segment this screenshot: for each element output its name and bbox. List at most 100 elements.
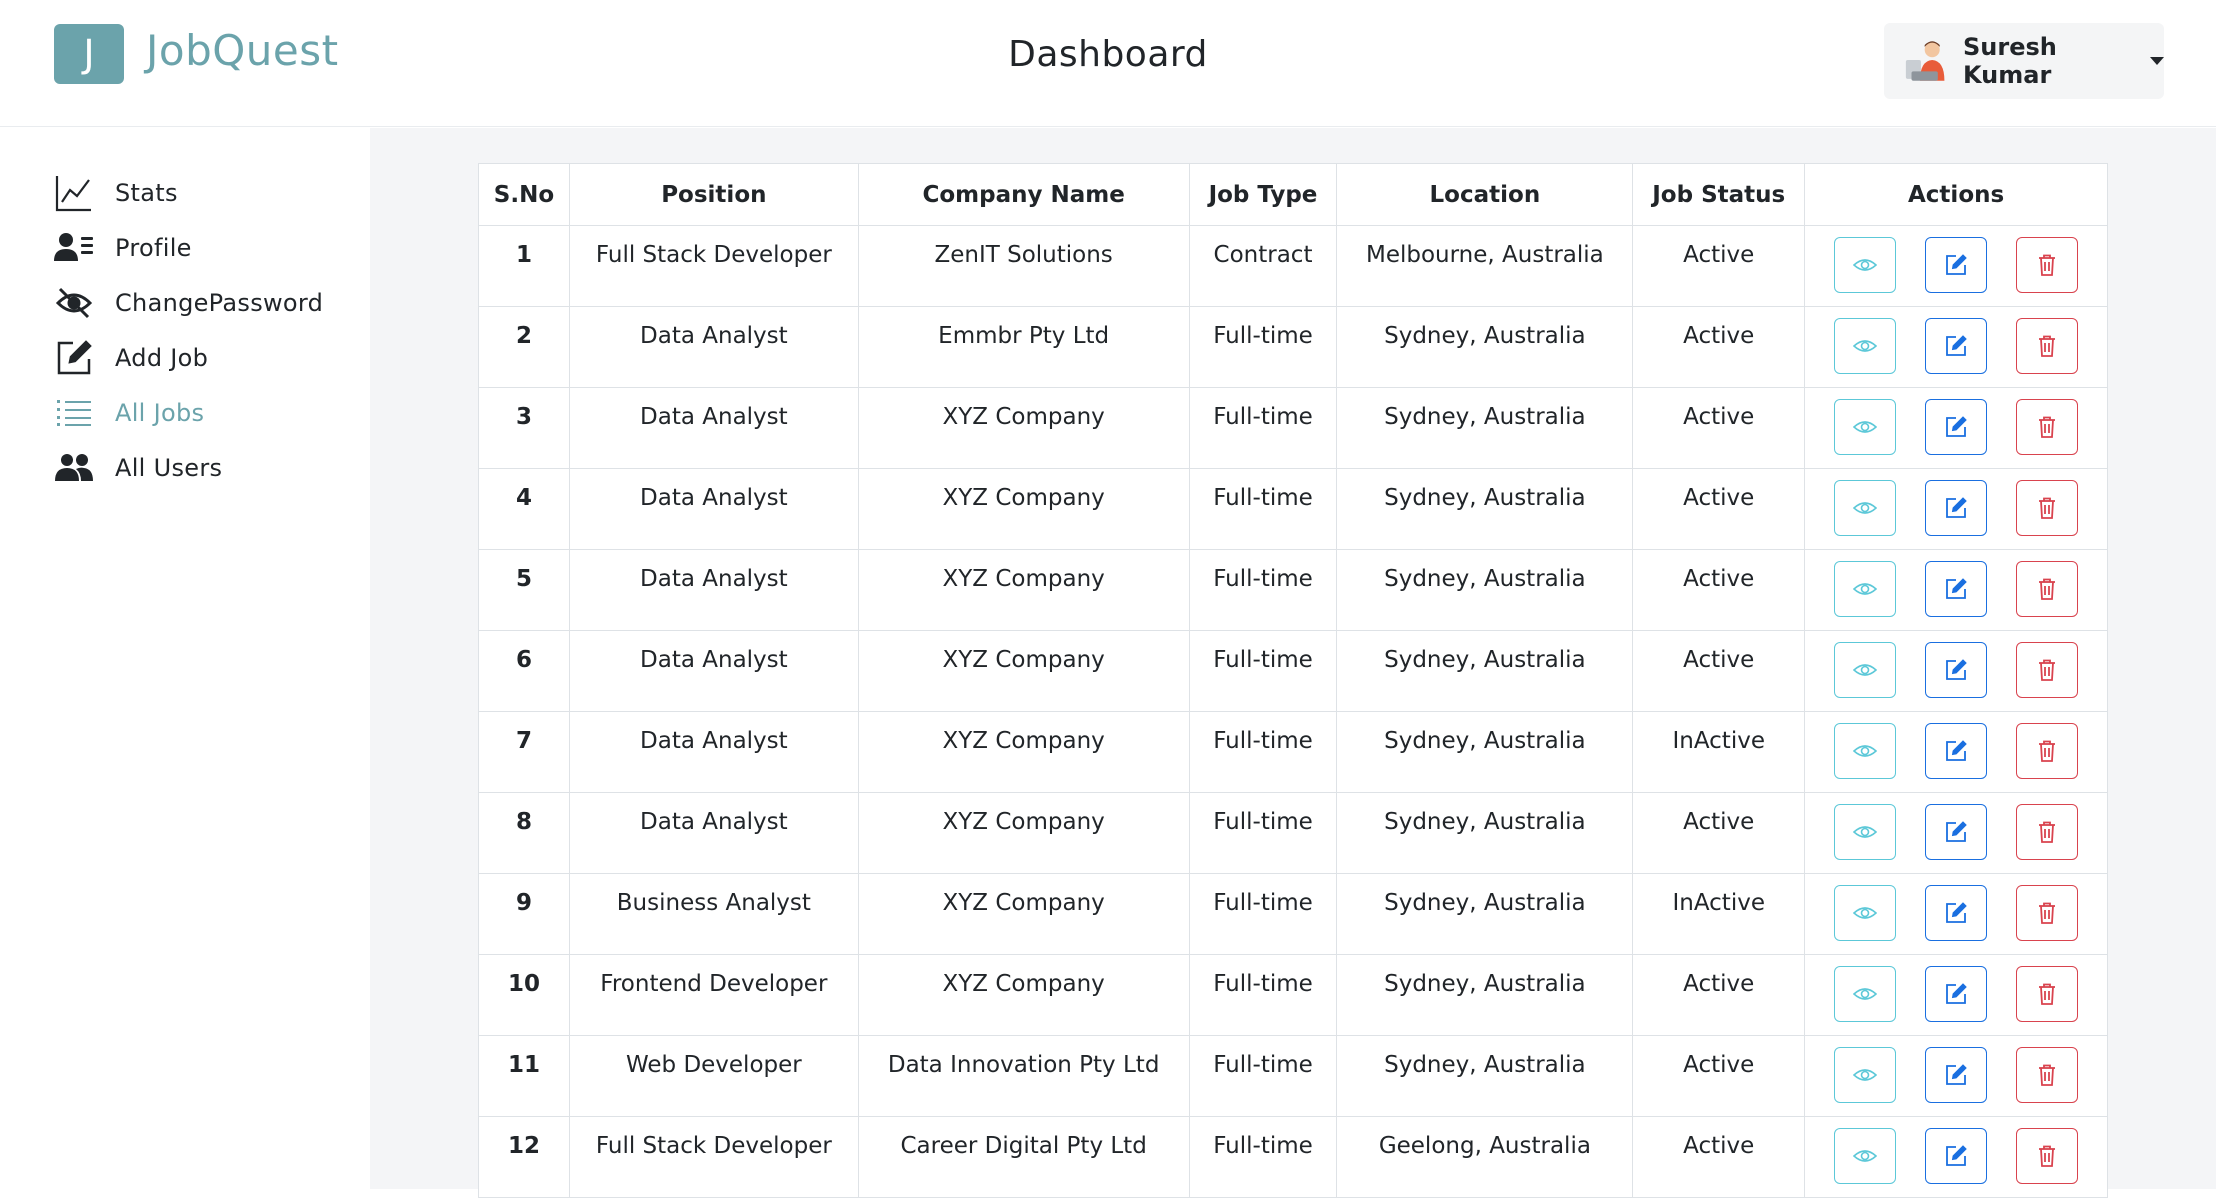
edit-job-button[interactable] (1925, 1128, 1988, 1184)
chart-line-icon (54, 173, 94, 213)
cell-actions (1804, 387, 2108, 469)
cell-position: Data Analyst (568, 306, 859, 388)
sidebar-item-label: All Jobs (115, 399, 205, 427)
edit-job-button[interactable] (1925, 561, 1988, 617)
cell-job-status: Active (1632, 954, 1806, 1036)
edit-icon (1946, 821, 1967, 842)
edit-job-button[interactable] (1925, 1047, 1988, 1103)
view-job-button[interactable] (1833, 318, 1896, 374)
main-content: S.No Position Company Name Job Type Loca… (370, 128, 2216, 1198)
delete-job-button[interactable] (2016, 1128, 2079, 1184)
cell-company: XYZ Company (857, 873, 1190, 955)
sidebar-item-label: ChangePassword (115, 289, 324, 317)
cell-sno: 8 (478, 792, 570, 874)
view-job-button[interactable] (1833, 1047, 1896, 1103)
cell-actions (1804, 549, 2108, 631)
edit-icon (1946, 740, 1967, 761)
edit-icon (1946, 416, 1967, 437)
delete-job-button[interactable] (2016, 318, 2079, 374)
cell-position: Data Analyst (568, 549, 859, 631)
sidebar-item-all-jobs[interactable]: All Jobs (54, 388, 354, 438)
delete-job-button[interactable] (2016, 804, 2079, 860)
view-job-button[interactable] (1833, 885, 1896, 941)
table-row: 2 Data Analyst Emmbr Pty Ltd Full-time S… (478, 306, 2108, 388)
delete-job-button[interactable] (2016, 480, 2079, 536)
sidebar-item-all-users[interactable]: All Users (54, 443, 354, 493)
cell-company: XYZ Company (857, 792, 1190, 874)
cell-location: Melbourne, Australia (1336, 225, 1634, 307)
cell-position: Data Analyst (568, 792, 859, 874)
edit-icon (1946, 497, 1967, 518)
edit-job-button[interactable] (1925, 399, 1988, 455)
view-job-button[interactable] (1833, 480, 1896, 536)
view-job-button[interactable] (1833, 1128, 1896, 1184)
view-job-button[interactable] (1833, 237, 1896, 293)
view-job-button[interactable] (1833, 804, 1896, 860)
cell-actions (1804, 1035, 2108, 1117)
delete-job-button[interactable] (2016, 723, 2079, 779)
delete-job-button[interactable] (2016, 561, 2079, 617)
cell-job-status: Active (1632, 468, 1806, 550)
edit-job-button[interactable] (1925, 804, 1988, 860)
delete-job-button[interactable] (2016, 399, 2079, 455)
edit-job-button[interactable] (1925, 642, 1988, 698)
trash-icon (2039, 416, 2056, 438)
view-job-button[interactable] (1833, 399, 1896, 455)
edit-job-button[interactable] (1925, 885, 1988, 941)
edit-job-button[interactable] (1925, 318, 1988, 374)
edit-icon (1946, 1064, 1967, 1085)
delete-job-button[interactable] (2016, 237, 2079, 293)
cell-job-type: Full-time (1188, 792, 1338, 874)
view-job-button[interactable] (1833, 723, 1896, 779)
table-header-row: S.No Position Company Name Job Type Loca… (478, 163, 2108, 226)
view-job-button[interactable] (1833, 642, 1896, 698)
cell-sno: 10 (478, 954, 570, 1036)
delete-job-button[interactable] (2016, 885, 2079, 941)
trash-icon (2039, 254, 2056, 276)
view-job-button[interactable] (1833, 561, 1896, 617)
delete-job-button[interactable] (2016, 1047, 2079, 1103)
table-row: 12 Full Stack Developer Career Digital P… (478, 1116, 2108, 1198)
cell-company: XYZ Company (857, 954, 1190, 1036)
cell-job-type: Full-time (1188, 954, 1338, 1036)
edit-icon (1946, 983, 1967, 1004)
cell-job-type: Full-time (1188, 1035, 1338, 1117)
edit-job-button[interactable] (1925, 480, 1988, 536)
sidebar-item-stats[interactable]: Stats (54, 168, 354, 218)
cell-job-status: Active (1632, 306, 1806, 388)
edit-job-button[interactable] (1925, 723, 1988, 779)
delete-job-button[interactable] (2016, 966, 2079, 1022)
column-header-location: Location (1336, 163, 1634, 226)
cell-sno: 4 (478, 468, 570, 550)
edit-icon (1946, 335, 1967, 356)
view-job-button[interactable] (1833, 966, 1896, 1022)
edit-icon (1946, 902, 1967, 923)
cell-company: XYZ Company (857, 549, 1190, 631)
table-row: 10 Frontend Developer XYZ Company Full-t… (478, 954, 2108, 1036)
sidebar-item-profile[interactable]: Profile (54, 223, 354, 273)
cell-job-status: Active (1632, 387, 1806, 469)
cell-job-type: Contract (1188, 225, 1338, 307)
trash-icon (2039, 983, 2056, 1005)
edit-job-button[interactable] (1925, 237, 1988, 293)
cell-location: Sydney, Australia (1336, 954, 1634, 1036)
cell-job-status: Active (1632, 630, 1806, 712)
cell-location: Sydney, Australia (1336, 1035, 1634, 1117)
cell-position: Data Analyst (568, 630, 859, 712)
cell-job-type: Full-time (1188, 306, 1338, 388)
user-menu-button[interactable]: Suresh Kumar (1884, 23, 2164, 99)
sidebar-item-add-job[interactable]: Add Job (54, 333, 354, 383)
cell-company: XYZ Company (857, 630, 1190, 712)
table-body: 1 Full Stack Developer ZenIT Solutions C… (478, 225, 2108, 1198)
cell-location: Sydney, Australia (1336, 873, 1634, 955)
cell-job-status: InActive (1632, 873, 1806, 955)
delete-job-button[interactable] (2016, 642, 2079, 698)
cell-job-type: Full-time (1188, 630, 1338, 712)
sidebar-item-label: Profile (115, 234, 192, 262)
user-name: Suresh Kumar (1962, 33, 2057, 89)
edit-job-button[interactable] (1925, 966, 1988, 1022)
cell-sno: 12 (478, 1116, 570, 1198)
cell-job-type: Full-time (1188, 468, 1338, 550)
table-row: 1 Full Stack Developer ZenIT Solutions C… (478, 225, 2108, 307)
sidebar-item-changepassword[interactable]: ChangePassword (54, 278, 354, 328)
